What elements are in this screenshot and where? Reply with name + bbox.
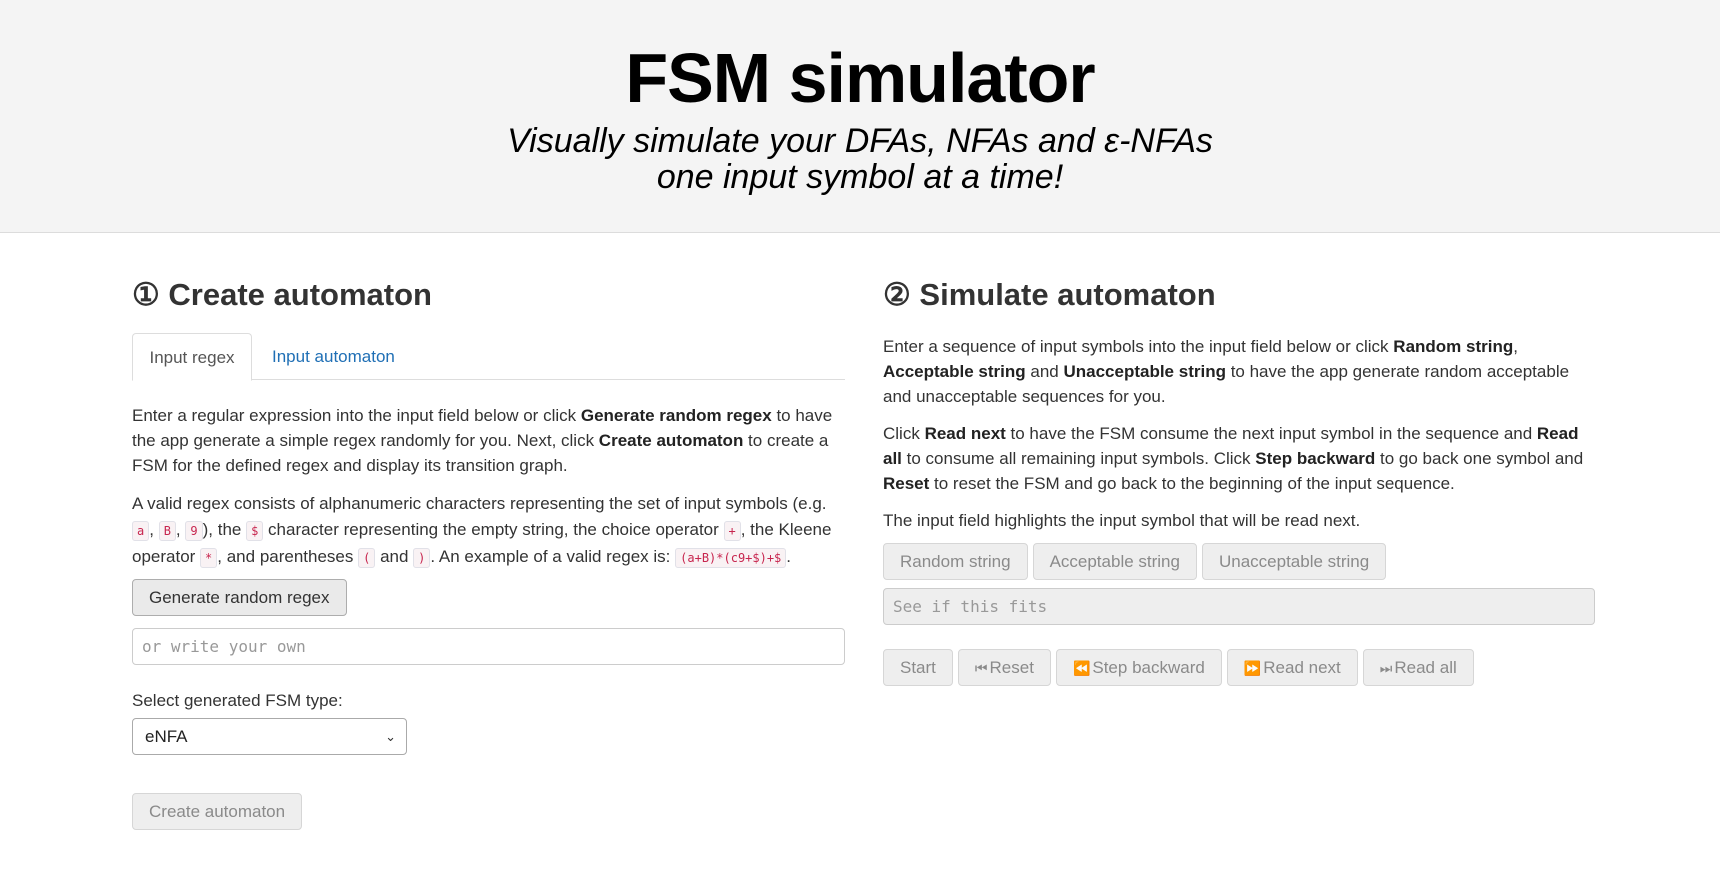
read-all-label: Read all: [1394, 658, 1457, 677]
bold-text: Unacceptable string: [1063, 362, 1226, 381]
text: to have the FSM consume the next input s…: [1005, 424, 1537, 443]
create-automaton-section: ① Create automaton Input regex Input aut…: [132, 275, 845, 830]
simulate-instructions-3: The input field highlights the input sym…: [883, 511, 1361, 530]
bold-text: Step backward: [1255, 449, 1376, 468]
text: . An example of a valid regex is:: [430, 547, 676, 566]
bold-text: Acceptable string: [883, 362, 1026, 381]
text: ), the: [202, 520, 247, 539]
text: and: [375, 547, 414, 566]
page-subtitle: Visually simulate your DFAs, NFAs and ε-…: [0, 123, 1720, 195]
text: character representing the empty string,…: [263, 520, 724, 539]
text: A valid regex consists of alphanumeric c…: [132, 494, 827, 513]
text: Enter a regular expression into the inpu…: [132, 406, 581, 425]
read-next-label: Read next: [1263, 658, 1341, 677]
code-example-regex: (a+B)*(c9+$)+$: [675, 548, 787, 568]
random-string-button[interactable]: Random string: [883, 543, 1028, 580]
text: Enter a sequence of input symbols into t…: [883, 337, 1394, 356]
code-a: a: [132, 521, 150, 541]
step-backward-button[interactable]: ⏪ Step backward: [1055, 649, 1222, 686]
create-tabs: Input regex Input automaton: [132, 333, 845, 381]
code-dollar: $: [246, 521, 264, 541]
regex-syntax-help: A valid regex consists of alphanumeric c…: [132, 491, 845, 571]
code-plus: +: [723, 521, 741, 541]
regex-input[interactable]: or write your own: [132, 628, 845, 665]
text: to reset the FSM and go back to the begi…: [929, 474, 1455, 493]
text: .: [786, 547, 792, 566]
text: Click: [883, 424, 925, 443]
text: ,: [1513, 337, 1518, 356]
text: ,: [175, 520, 186, 539]
create-heading: ① Create automaton: [132, 277, 432, 312]
step-backward-label: Step backward: [1092, 658, 1205, 677]
fast-forward-icon: ⏩: [1243, 660, 1261, 676]
text: , and parentheses: [217, 547, 359, 566]
subtitle-line-2: one input symbol at a time!: [656, 158, 1064, 196]
text: to consume all remaining input symbols. …: [901, 449, 1256, 468]
code-9: 9: [185, 521, 203, 541]
bold-text: Reset: [883, 474, 930, 493]
text: and: [1025, 362, 1064, 381]
skip-back-icon: ⏮: [974, 660, 988, 676]
simulate-instructions-1: Enter a sequence of input symbols into t…: [883, 334, 1595, 409]
bold-text: Generate random regex: [580, 406, 772, 425]
code-open-paren: (: [358, 548, 376, 568]
tab-input-regex[interactable]: Input regex: [132, 333, 252, 381]
start-label: Start: [900, 658, 936, 677]
chevron-down-icon: ⌄: [385, 729, 396, 744]
fsm-type-selected: eNFA: [145, 727, 188, 746]
bold-text: Create automaton: [598, 431, 744, 450]
simulate-instructions-2: Click Read next to have the FSM consume …: [883, 421, 1595, 496]
simulate-heading: ② Simulate automaton: [883, 277, 1216, 312]
code-star: *: [200, 548, 218, 568]
text: to go back one symbol and: [1375, 449, 1584, 468]
unacceptable-string-button[interactable]: Unacceptable string: [1201, 543, 1387, 580]
skip-forward-icon: ⏭: [1379, 660, 1393, 676]
page-title: FSM simulator: [625, 39, 1095, 117]
string-generator-buttons: Random string Acceptable string Unaccept…: [883, 543, 1595, 580]
subtitle-line-1: Visually simulate your DFAs, NFAs and ε-…: [507, 122, 1213, 160]
rewind-icon: ⏪: [1072, 660, 1090, 676]
text: ,: [149, 520, 159, 539]
acceptable-string-button[interactable]: Acceptable string: [1032, 543, 1197, 580]
header-banner: FSM simulator Visually simulate your DFA…: [0, 0, 1720, 233]
generate-random-regex-button[interactable]: Generate random regex: [132, 579, 347, 616]
sequence-input[interactable]: See if this fits: [883, 588, 1595, 625]
read-next-button[interactable]: ⏩ Read next: [1226, 649, 1358, 686]
fsm-type-select[interactable]: eNFA ⌄: [132, 718, 407, 755]
code-B: B: [158, 521, 176, 541]
read-all-button[interactable]: ⏭ Read all: [1362, 649, 1474, 686]
simulate-automaton-section: ② Simulate automaton Enter a sequence of…: [883, 275, 1595, 686]
fsm-type-label: Select generated FSM type:: [132, 691, 343, 710]
reset-button[interactable]: ⏮ Reset: [957, 649, 1051, 686]
simulation-controls: Start ⏮ Reset ⏪ Step backward ⏩ Read next ⏭…: [883, 649, 1595, 686]
bold-text: Random string: [1393, 337, 1514, 356]
reset-label: Reset: [989, 658, 1034, 677]
create-automaton-button[interactable]: Create automaton: [132, 793, 303, 830]
tab-input-automaton[interactable]: Input automaton: [256, 333, 411, 380]
bold-text: Read next: [924, 424, 1006, 443]
regex-instructions: Enter a regular expression into the inpu…: [132, 403, 845, 478]
start-button[interactable]: Start: [883, 649, 953, 686]
code-close-paren: ): [413, 548, 431, 568]
